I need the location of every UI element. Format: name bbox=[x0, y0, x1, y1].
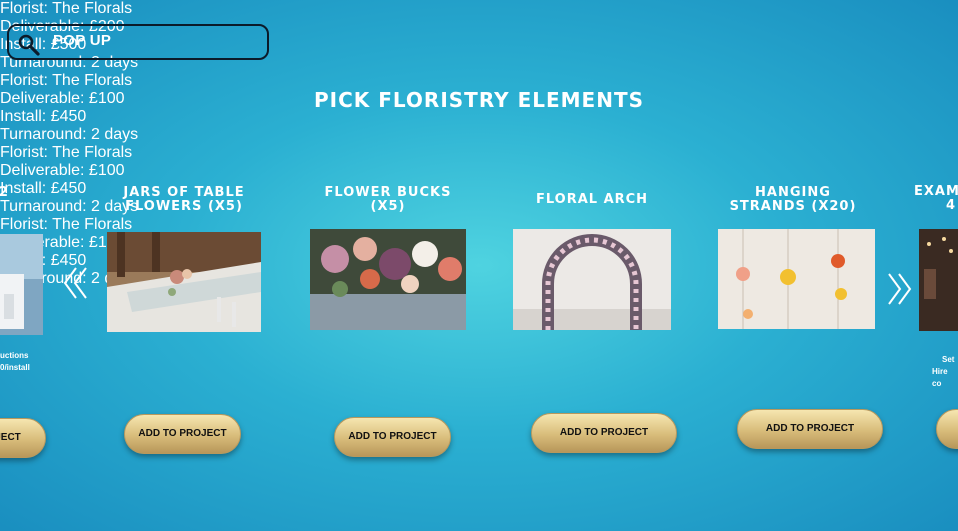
search-bar[interactable]: POP UP bbox=[7, 24, 269, 60]
page-title: PICK FLORISTRY ELEMENTS bbox=[314, 88, 644, 112]
add-to-project-button[interactable]: ADD TO PROJECT bbox=[531, 413, 677, 453]
card-title: NUE 2 bbox=[0, 185, 9, 200]
card-image bbox=[310, 229, 466, 330]
card-title: HANGING STRANDS (X20) bbox=[729, 185, 857, 214]
card-florist: uctions bbox=[0, 351, 29, 360]
card-image bbox=[107, 232, 261, 332]
card-hire: Hire co bbox=[932, 367, 948, 388]
card-title: FLOWER BUCKS (X5) bbox=[324, 185, 452, 214]
add-to-project-button[interactable]: ADD TO PROJECT bbox=[334, 417, 451, 457]
card-hanging-strands: HANGING STRANDS (X20) bbox=[703, 185, 883, 215]
add-to-project-button[interactable] bbox=[936, 409, 958, 449]
card-set: Set bbox=[942, 355, 955, 364]
add-to-project-button[interactable]: ADD TO PROJECT bbox=[737, 409, 883, 449]
card-image bbox=[919, 229, 958, 331]
card-image bbox=[513, 229, 671, 330]
card-title: EXAM bbox=[914, 184, 958, 199]
search-input[interactable]: POP UP bbox=[53, 32, 111, 49]
chevron-double-right-icon[interactable] bbox=[885, 272, 913, 306]
card-florist: Florist: The Florals bbox=[0, 0, 133, 17]
card-jars-of-table-flowers: JARS OF TABLE FLOWERS (X5) bbox=[94, 185, 274, 215]
add-to-project-button[interactable]: JECT bbox=[0, 418, 46, 458]
card-image bbox=[0, 234, 43, 335]
card-floral-arch: FLORAL ARCH bbox=[502, 185, 682, 215]
search-icon bbox=[18, 34, 40, 56]
card-pricing: 0/install bbox=[0, 363, 30, 372]
add-to-project-button[interactable]: ADD TO PROJECT bbox=[124, 414, 241, 454]
card-flower-bucks: FLOWER BUCKS (X5) bbox=[298, 185, 478, 215]
card-title: FLORAL ARCH bbox=[535, 192, 649, 207]
card-florist: Florist: The Florals bbox=[0, 144, 133, 161]
card-title: JARS OF TABLE FLOWERS (X5) bbox=[123, 185, 245, 214]
card-image bbox=[718, 229, 875, 329]
chevron-double-left-icon[interactable] bbox=[62, 266, 90, 300]
card-turnaround: Turnaround: 2 days bbox=[0, 126, 139, 143]
